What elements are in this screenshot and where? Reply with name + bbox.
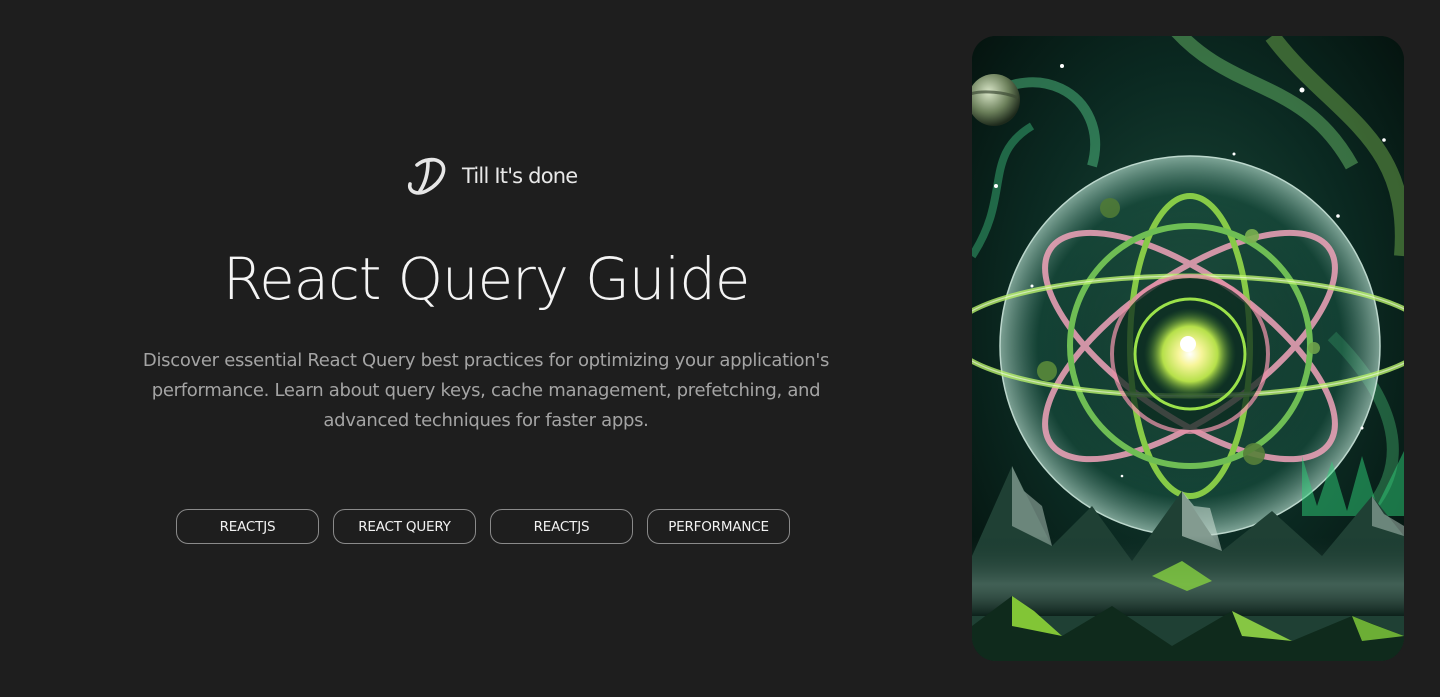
brand-name: Till It's done bbox=[462, 164, 578, 188]
tag-performance[interactable]: PERFORMANCE bbox=[647, 509, 790, 544]
tag-react-query[interactable]: REACT QUERY bbox=[333, 509, 476, 544]
tag-reactjs-2[interactable]: REACTJS bbox=[490, 509, 633, 544]
page-description: Discover essential React Query best prac… bbox=[142, 350, 830, 431]
tag-reactjs[interactable]: REACTJS bbox=[176, 509, 319, 544]
cover-image bbox=[972, 36, 1404, 661]
td-monogram-icon bbox=[407, 157, 446, 195]
page-title: React Query Guide bbox=[222, 245, 751, 313]
hero-section: Till It's done React Query Guide Discove… bbox=[0, 0, 972, 697]
page: Till It's done React Query Guide Discove… bbox=[0, 0, 1440, 697]
brand[interactable]: Till It's done bbox=[404, 154, 578, 198]
cosmic-aurora-illustration bbox=[972, 36, 1404, 661]
tag-list: REACTJS REACT QUERY REACTJS PERFORMANCE bbox=[176, 509, 790, 544]
